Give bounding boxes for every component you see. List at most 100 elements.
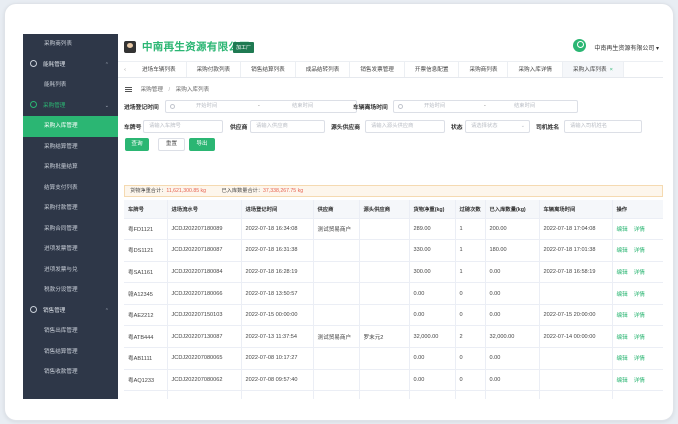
clock-icon — [30, 59, 37, 67]
table-row[interactable]: 粤SA1161 JCDJ202207180084 2022-07-18 16:28:… — [124, 261, 663, 284]
table-cell — [313, 304, 360, 327]
sidebar-item[interactable]: 税款分设管理 — [23, 280, 118, 301]
table-cell: 测试贸易商户 — [313, 218, 360, 241]
sidebar-item[interactable]: 采购商列表 — [23, 34, 118, 55]
table-cell: 0 — [455, 369, 486, 392]
edit-link[interactable]: 编辑 — [617, 248, 628, 254]
sidebar-item[interactable]: 销售收款管理 — [23, 362, 118, 383]
column-header: 货物净重(kg) — [409, 200, 456, 219]
sidebar-item[interactable]: 进项发票管理 — [23, 239, 118, 260]
sidebar-item[interactable]: 采购入库管理 — [23, 116, 118, 137]
column-header: 供应商 — [313, 200, 360, 219]
source-supplier-input[interactable]: 请输入源头供应商 — [365, 120, 445, 133]
table-row[interactable]: 粤AB1111 JCDJ202207080065 2022-07-08 10:17:… — [124, 347, 663, 370]
source-supplier-label: 源头供应商 — [331, 125, 360, 131]
actions-cell: 编辑详情 — [612, 218, 663, 241]
supplier-input[interactable]: 请输入供应商 — [250, 120, 325, 133]
edit-link[interactable]: 编辑 — [617, 356, 628, 362]
edit-link[interactable]: 编辑 — [617, 227, 628, 233]
net-weight-value: 11,621,300.85 kg — [166, 188, 207, 194]
table-cell: 2022-07-07 15:16:27 — [539, 390, 613, 399]
detail-link[interactable]: 详情 — [634, 227, 645, 233]
tab-item[interactable]: 进场车辆列表 — [132, 62, 187, 77]
tab-item[interactable]: 采购入库详情 — [508, 62, 564, 77]
tab-item[interactable]: 销售发票管理 — [350, 62, 405, 77]
table-cell: JCDJ202207180087 — [167, 239, 242, 262]
table-row[interactable]: 粤DS1121 JCDJ202207180087 2022-07-18 16:31:… — [124, 239, 663, 262]
table-cell — [313, 261, 360, 284]
breadcrumb-separator: / — [168, 87, 171, 93]
sidebar-item[interactable]: 销售结算管理 — [23, 342, 118, 363]
sidebar-item[interactable]: 采购结算管理 — [23, 137, 118, 158]
tab-item[interactable]: 采购付款列表 — [187, 62, 242, 77]
menu-toggle-icon[interactable] — [125, 87, 132, 93]
driver-input[interactable]: 请输入司机姓名 — [564, 120, 642, 133]
user-menu[interactable]: 中南再生资源有限公司 ▾ — [594, 43, 659, 52]
user-avatar-icon[interactable] — [573, 39, 586, 52]
table-cell: 0.00 — [485, 390, 540, 399]
status-placeholder: 请选择状态 — [471, 123, 498, 129]
table-cell: 测试贸易商户 — [313, 325, 360, 349]
sidebar-item[interactable]: 进项发票与兑 — [23, 260, 118, 281]
close-icon[interactable]: × — [610, 67, 613, 73]
edit-link[interactable]: 编辑 — [617, 378, 628, 384]
detail-link[interactable]: 详情 — [634, 270, 645, 276]
tab-item[interactable]: 采购商列表 — [459, 62, 509, 77]
summary-bar: 货物净重合计：11,621,300.85 kg 已入库数量合计：37,338,2… — [124, 185, 663, 197]
edit-link[interactable]: 编辑 — [617, 335, 628, 341]
sidebar-group[interactable]: 能耗管理 ⌃ — [23, 55, 118, 76]
sidebar-item-label: 税款分设管理 — [44, 287, 78, 293]
table-cell — [359, 261, 410, 284]
sidebar-item[interactable]: 采购批量结算 — [23, 157, 118, 178]
table-cell: 0 — [455, 347, 486, 370]
export-button[interactable]: 导出 — [189, 138, 215, 151]
table-cell: 2022-07-18 13:50:57 — [241, 282, 314, 305]
sidebar-item[interactable]: 销售出库管理 — [23, 321, 118, 342]
table-row[interactable]: 粤AQ1233 JCDJ202207080062 2022-07-08 09:57:… — [124, 369, 663, 392]
breadcrumb-root[interactable]: 采购管理 — [141, 87, 163, 93]
enter-time-range[interactable]: 开始时间 - 结束时间 — [165, 100, 357, 113]
detail-link[interactable]: 详情 — [634, 248, 645, 254]
sidebar-item[interactable]: 采购付款管理 — [23, 198, 118, 219]
table-cell: 粤ATB444 — [124, 325, 168, 349]
reset-button[interactable]: 重置 — [158, 138, 185, 151]
sidebar-group-label: 能耗管理 — [43, 61, 66, 68]
leave-time-range[interactable]: 开始时间 - 结束时间 — [393, 100, 578, 113]
status-select[interactable]: 请选择状态 ⌄ — [465, 120, 530, 133]
table-row[interactable]: 粤ATB444 JCDJ202207130087 2022-07-13 11:37:… — [124, 325, 663, 349]
edit-link[interactable]: 编辑 — [617, 313, 628, 319]
detail-link[interactable]: 详情 — [634, 292, 645, 298]
table-row[interactable]: 粤AE2212 JCDJ202207150103 2022-07-15 00:00:… — [124, 304, 663, 327]
table-cell: 289.00 — [409, 218, 456, 241]
tab-item[interactable]: 采购入库列表 × — [563, 62, 624, 77]
sidebar-group[interactable]: 采购管理 ⌄ — [23, 96, 118, 117]
edit-link[interactable]: 编辑 — [617, 292, 628, 298]
tab-prev-icon[interactable]: ‹ — [118, 62, 132, 77]
detail-link[interactable]: 详情 — [634, 356, 645, 362]
sidebar-group[interactable]: 销售管理 ⌃ — [23, 301, 118, 322]
column-header: 操作 — [612, 200, 663, 219]
tab-item[interactable]: 开票信息配置 — [405, 62, 460, 77]
search-button[interactable]: 查询 — [125, 138, 149, 151]
sidebar-item[interactable]: 结算支付列表 — [23, 178, 118, 199]
detail-link[interactable]: 详情 — [634, 378, 645, 384]
sidebar-item[interactable]: 能耗列表 — [23, 75, 118, 96]
sidebar-item[interactable]: 采购合同管理 — [23, 219, 118, 240]
table-cell: 粤AQ1233 — [124, 369, 168, 392]
table-row[interactable]: 粤FD1121 JCDJ202207180089 2022-07-18 16:34:… — [124, 218, 663, 241]
column-header: 已入库数量(kg) — [485, 200, 540, 219]
top-header: 中南再生资源有限公司 加工厂 中南再生资源有限公司 ▾ — [118, 34, 663, 62]
detail-link[interactable]: 详情 — [634, 335, 645, 341]
tab-item[interactable]: 成品结转列表 — [296, 62, 351, 77]
table-cell — [313, 282, 360, 305]
table-cell: 0.00 — [485, 347, 540, 370]
table-cell: 罗末元2 — [359, 325, 410, 349]
table-cell — [359, 218, 410, 241]
tab-item[interactable]: 销售结算列表 — [241, 62, 296, 77]
edit-link[interactable]: 编辑 — [617, 270, 628, 276]
table-row[interactable]: 粤a12345JCDJ2022070701132022-07-07 14:46:… — [124, 390, 663, 399]
table-cell: 2022-07-18 17:04:08 — [539, 218, 613, 241]
detail-link[interactable]: 详情 — [634, 313, 645, 319]
table-row[interactable]: 赣A12345 JCDJ202207180066 2022-07-18 13:50:… — [124, 282, 663, 305]
plate-input[interactable]: 请输入车牌号 — [143, 120, 223, 133]
